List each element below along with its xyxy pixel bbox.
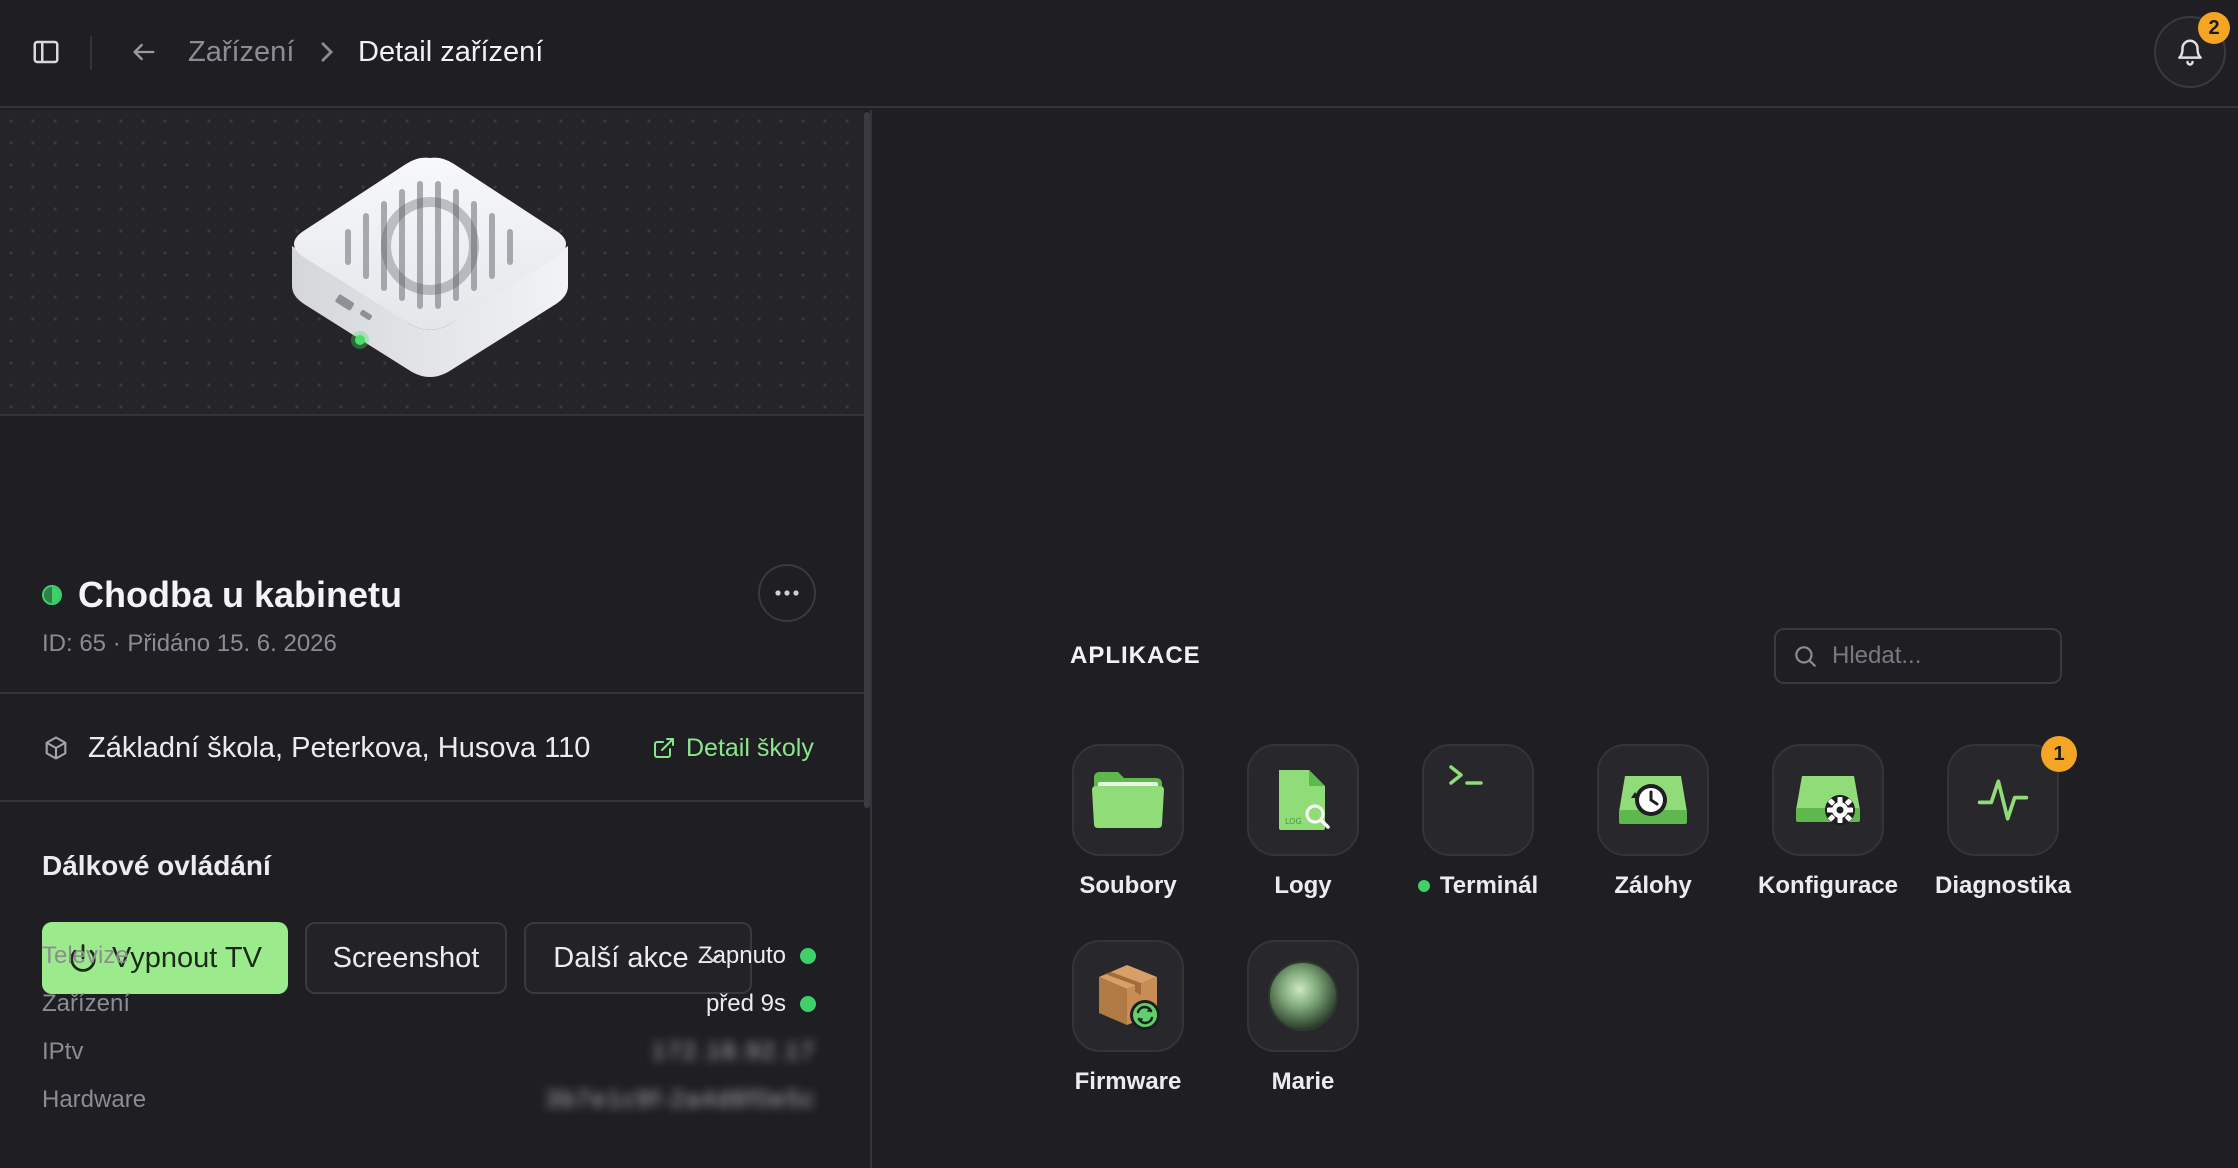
school-detail-label: Detail školy [686, 733, 814, 762]
school-detail-link[interactable]: Detail školy [652, 730, 814, 766]
info-row-iptv: IPtv 172.18.92.17 [42, 1038, 816, 1065]
device-panel: Chodba u kabinetu ID: 65 · Přidáno 15. 6… [0, 110, 872, 1168]
diagnostika-badge: 1 [2041, 736, 2077, 772]
more-options-button[interactable] [758, 564, 816, 622]
info-row-hardware: Hardware 3b7e1c9f-2a4d8f0e5c [42, 1086, 816, 1113]
app-marie[interactable]: Marie [1215, 940, 1391, 1110]
hardware-value: 3b7e1c9f-2a4d8f0e5c [545, 1086, 816, 1113]
app-zalohy[interactable]: Zálohy [1565, 744, 1741, 914]
log-file-icon: LOG [1279, 770, 1330, 830]
apps-title: APLIKACE [1070, 642, 1201, 669]
svg-text:LOG: LOG [1285, 817, 1302, 826]
app-search[interactable] [1774, 628, 2062, 684]
folder-icon [1092, 772, 1164, 828]
notifications-badge: 2 [2198, 12, 2230, 44]
device-title-row: Chodba u kabinetu [42, 572, 402, 618]
config-icon [1796, 776, 1860, 825]
search-icon [1795, 646, 1816, 667]
online-dot [1417, 880, 1430, 892]
scrollbar[interactable] [864, 112, 870, 808]
cube-icon [45, 736, 67, 760]
app-soubory[interactable]: Soubory [1040, 744, 1216, 914]
device-name: Chodba u kabinetu [78, 574, 402, 615]
device-meta: ID: 65 · Přidáno 15. 6. 2026 [42, 630, 337, 657]
breadcrumb-current: Detail zařízení [358, 36, 544, 68]
app-terminal[interactable]: Terminál [1390, 744, 1566, 914]
info-row-tv: Televize Zapnuto [42, 938, 816, 974]
terminal-icon [1449, 765, 1483, 785]
chevron-right-icon [316, 38, 338, 66]
app-diagnostika[interactable]: 1 Diagnostika [1915, 736, 2091, 914]
search-input[interactable] [1832, 642, 2052, 670]
back-arrow-icon[interactable] [126, 34, 162, 70]
device-hero [0, 110, 864, 416]
app-firmware[interactable]: Firmware [1040, 940, 1216, 1110]
pulse-icon [1977, 779, 2029, 821]
iptv-value: 172.18.92.17 [651, 1038, 816, 1065]
top-bar: Zařízení Detail zařízení 2 [0, 0, 2238, 108]
school-row: Základní škola, Peterkova, Husova 110 [42, 728, 590, 768]
ellipsis-icon [775, 590, 799, 596]
bell-icon [2178, 39, 2202, 66]
school-name: Základní škola, Peterkova, Husova 110 [88, 731, 591, 764]
status-indicator-icon [42, 585, 62, 605]
status-dot [800, 948, 816, 964]
status-dot [800, 996, 816, 1012]
external-link-icon [654, 738, 674, 758]
orb-icon [1268, 961, 1338, 1031]
sidebar-toggle-icon[interactable] [28, 34, 64, 70]
backup-icon [1619, 776, 1687, 824]
device-image [292, 157, 568, 377]
app-logy[interactable]: LOG Logy [1215, 744, 1391, 914]
info-row-device: Zařízení před 9s [42, 986, 816, 1022]
app-konfigurace[interactable]: Konfigurace [1740, 744, 1916, 914]
firmware-box-icon [1099, 965, 1160, 1030]
divider [0, 800, 864, 802]
header-divider [90, 36, 92, 70]
breadcrumb-parent[interactable]: Zařízení [188, 34, 294, 70]
divider [0, 692, 864, 694]
remote-control-title: Dálkové ovládání [42, 850, 271, 881]
